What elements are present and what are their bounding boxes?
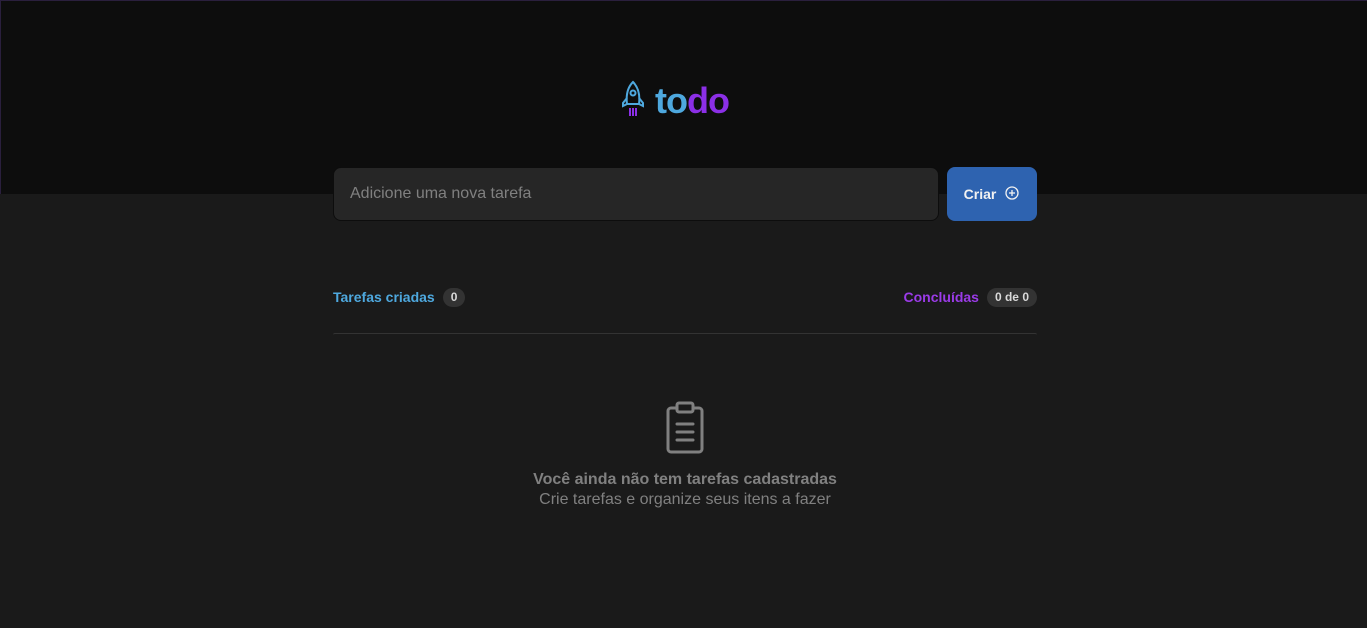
logo-text: todo [655,79,730,123]
created-label: Tarefas criadas [333,289,435,305]
new-task-form: Criar [333,167,1037,221]
logo: todo [621,79,730,123]
logo-text-do: do [686,80,730,121]
done-label: Concluídas [903,289,979,305]
header: todo [0,0,1367,194]
logo-text-to: to [655,80,688,121]
empty-state-title: Você ainda não tem tarefas cadastradas [533,471,837,488]
rocket-icon [621,80,645,123]
task-counters: Tarefas criadas 0 Concluídas 0 de 0 [333,286,1037,308]
empty-state-subtitle: Crie tarefas e organize seus itens a faz… [539,491,831,508]
create-button-label: Criar [963,186,997,202]
plus-circle-icon [1004,185,1020,204]
created-counter: Tarefas criadas 0 [333,287,466,307]
page: todo Criar Tarefas criadas 0 Concluídas … [0,0,1367,628]
new-task-input[interactable] [333,167,939,221]
done-count-badge: 0 de 0 [986,287,1037,307]
done-counter: Concluídas 0 de 0 [903,287,1037,307]
created-count-badge: 0 [442,287,466,307]
clipboard-icon [657,400,713,456]
empty-state: Você ainda não tem tarefas cadastradas C… [333,400,1037,510]
create-button[interactable]: Criar [947,167,1037,221]
list-divider [333,333,1037,335]
